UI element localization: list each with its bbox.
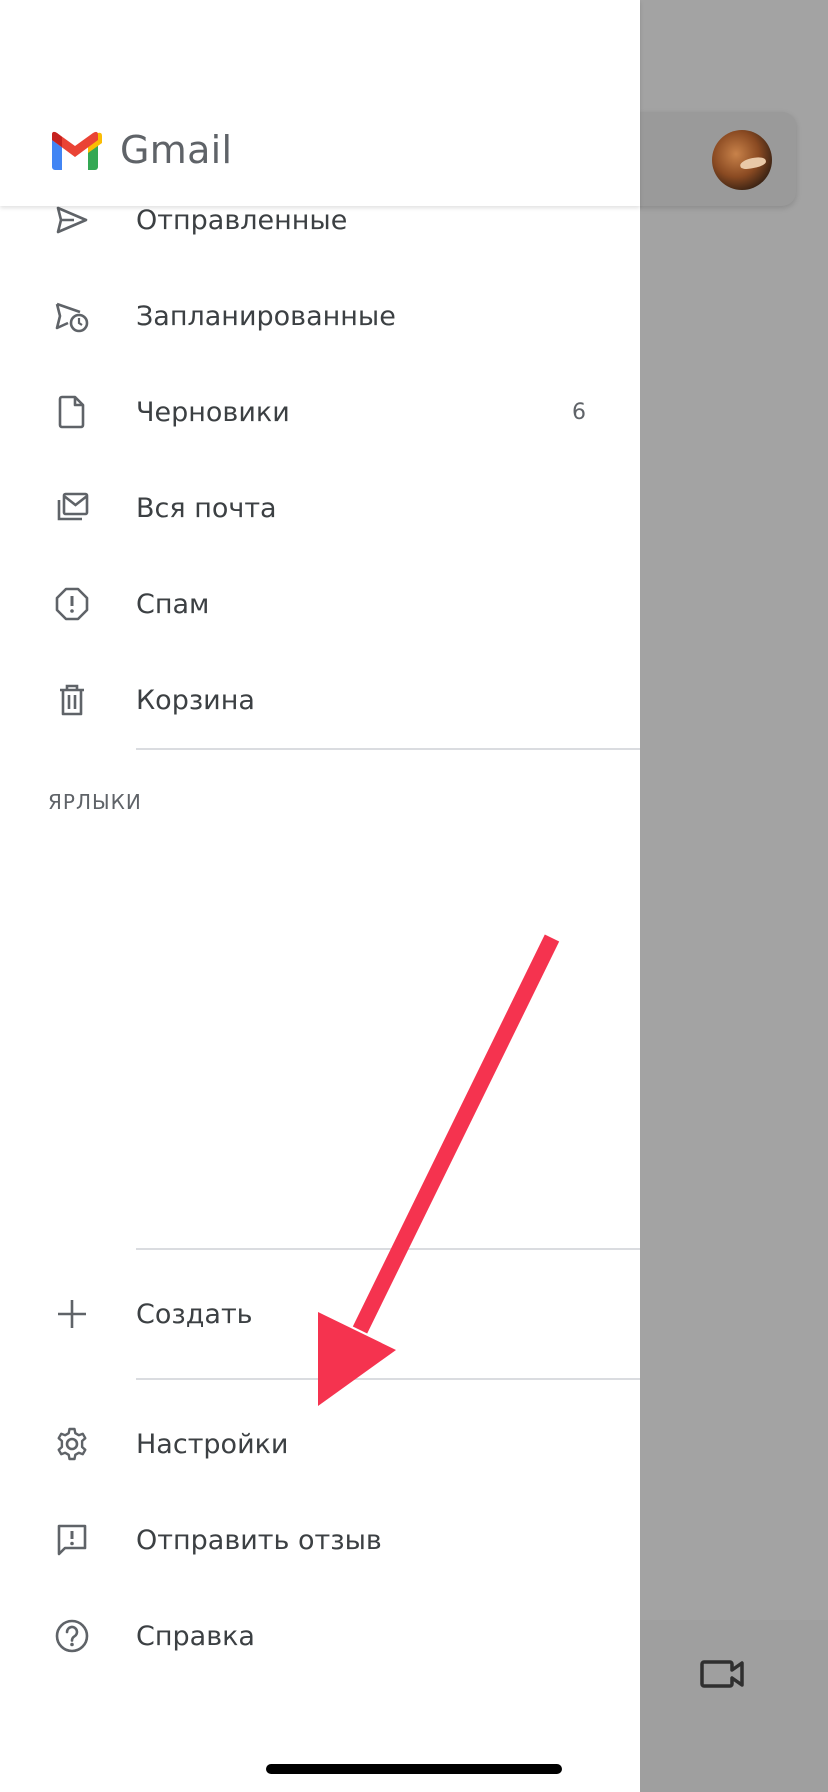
screen: Gmail Отправленные Запланированные Черно… [0, 0, 828, 1792]
settings-button[interactable]: Настройки [0, 1396, 640, 1492]
nav-label: Отправленные [136, 204, 348, 236]
nav-label: Вся почта [136, 492, 277, 524]
unread-count: 6 [572, 399, 586, 425]
bottom-bar [640, 1620, 828, 1792]
labels-section-title: ЯРЛЫКИ [48, 790, 142, 814]
nav-label: Настройки [136, 1428, 289, 1460]
nav-label: Корзина [136, 684, 255, 716]
create-label-button[interactable]: Создать [0, 1266, 640, 1362]
video-camera-icon[interactable] [700, 1656, 748, 1692]
divider [136, 1248, 640, 1250]
nav-label: Отправить отзыв [136, 1524, 382, 1556]
nav-item-all-mail[interactable]: Вся почта [0, 460, 640, 556]
send-icon [52, 200, 92, 240]
trash-icon [52, 680, 92, 720]
feedback-icon [52, 1520, 92, 1560]
navigation-drawer: Gmail Отправленные Запланированные Черно… [0, 0, 640, 1792]
drawer-header: Gmail [0, 0, 640, 206]
plus-icon [52, 1294, 92, 1334]
scheduled-icon [52, 296, 92, 336]
help-icon [52, 1616, 92, 1656]
nav-item-spam[interactable]: Спам [0, 556, 640, 652]
home-indicator [266, 1764, 562, 1774]
gmail-logo-icon [52, 131, 102, 170]
nav-label: Создать [136, 1298, 253, 1330]
nav-item-trash[interactable]: Корзина [0, 652, 640, 748]
help-button[interactable]: Справка [0, 1588, 640, 1684]
spam-icon [52, 584, 92, 624]
brand-name: Gmail [120, 128, 233, 172]
nav-label: Спам [136, 588, 210, 620]
account-avatar[interactable] [712, 130, 772, 190]
brand: Gmail [48, 126, 232, 174]
gear-icon [52, 1424, 92, 1464]
divider [136, 748, 640, 750]
divider [136, 1378, 640, 1380]
draft-icon [52, 392, 92, 432]
all-mail-icon [52, 488, 92, 528]
nav-label: Справка [136, 1620, 255, 1652]
nav-item-scheduled[interactable]: Запланированные [0, 268, 640, 364]
nav-label: Черновики [136, 396, 290, 428]
send-feedback-button[interactable]: Отправить отзыв [0, 1492, 640, 1588]
nav-label: Запланированные [136, 300, 396, 332]
nav-item-drafts[interactable]: Черновики 6 [0, 364, 640, 460]
